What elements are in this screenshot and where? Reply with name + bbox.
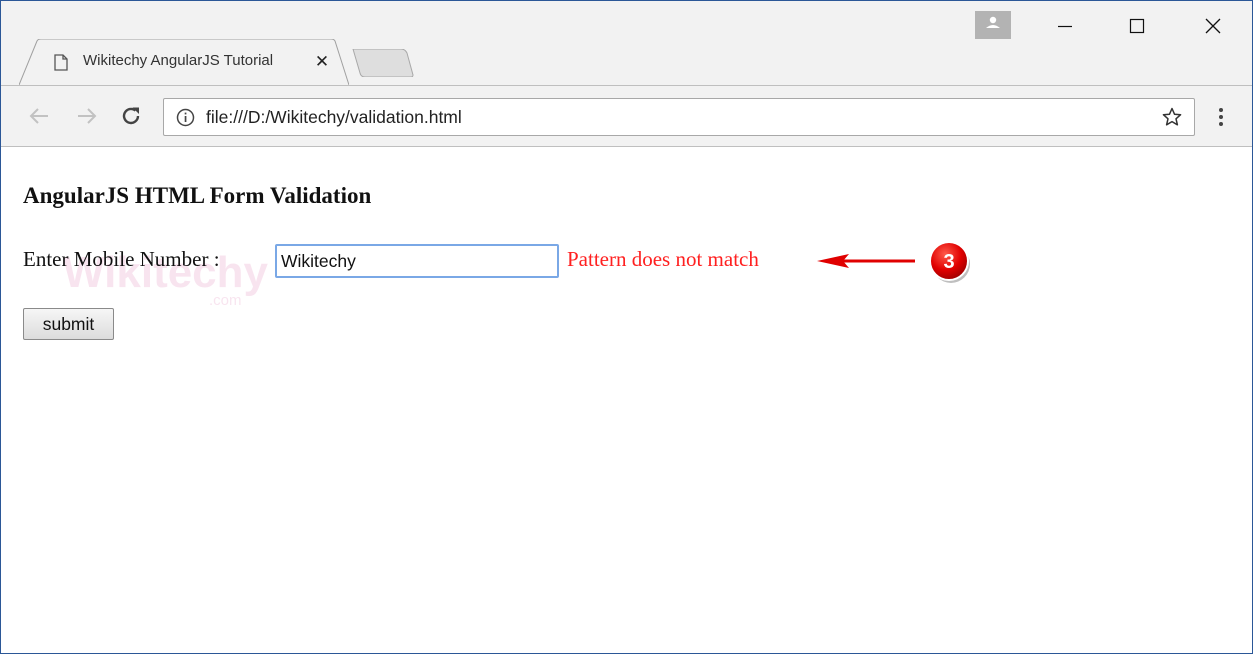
new-tab-icon[interactable] xyxy=(351,48,415,82)
step-badge: 3 xyxy=(929,241,970,283)
mobile-number-input[interactable] xyxy=(275,244,559,278)
page-heading: AngularJS HTML Form Validation xyxy=(23,183,372,208)
browser-window: Wikitechy AngularJS Tutorial ✕ file:///D… xyxy=(0,0,1253,654)
url-text[interactable]: file:///D:/Wikitechy/validation.html xyxy=(206,107,462,128)
address-bar[interactable]: file:///D:/Wikitechy/validation.html xyxy=(163,98,1195,136)
close-icon[interactable]: ✕ xyxy=(311,51,333,73)
step-number: 3 xyxy=(943,251,954,273)
browser-toolbar: file:///D:/Wikitechy/validation.html xyxy=(1,85,1252,147)
minimize-icon[interactable] xyxy=(1041,9,1089,43)
forward-arrow-icon[interactable] xyxy=(75,104,99,128)
reload-icon[interactable] xyxy=(119,104,143,128)
info-icon[interactable] xyxy=(176,108,195,132)
tab-title: Wikitechy AngularJS Tutorial xyxy=(83,52,274,69)
error-message: Pattern does not match xyxy=(567,247,759,271)
watermark-suffix: .com xyxy=(209,292,242,309)
window-close-icon[interactable] xyxy=(1189,9,1237,43)
menu-icon[interactable] xyxy=(1213,104,1229,130)
page-content: AngularJS HTML Form Validation Wikitechy… xyxy=(1,147,1252,653)
star-icon[interactable] xyxy=(1162,107,1182,132)
maximize-icon[interactable] xyxy=(1113,9,1161,43)
profile-icon[interactable] xyxy=(975,11,1011,39)
arrow-icon xyxy=(817,254,915,268)
submit-button[interactable]: submit xyxy=(23,308,114,340)
back-arrow-icon[interactable] xyxy=(27,104,51,128)
mobile-label: Enter Mobile Number : xyxy=(23,247,220,271)
title-bar: Wikitechy AngularJS Tutorial ✕ xyxy=(1,1,1252,85)
tab-active[interactable]: Wikitechy AngularJS Tutorial ✕ xyxy=(19,39,349,85)
